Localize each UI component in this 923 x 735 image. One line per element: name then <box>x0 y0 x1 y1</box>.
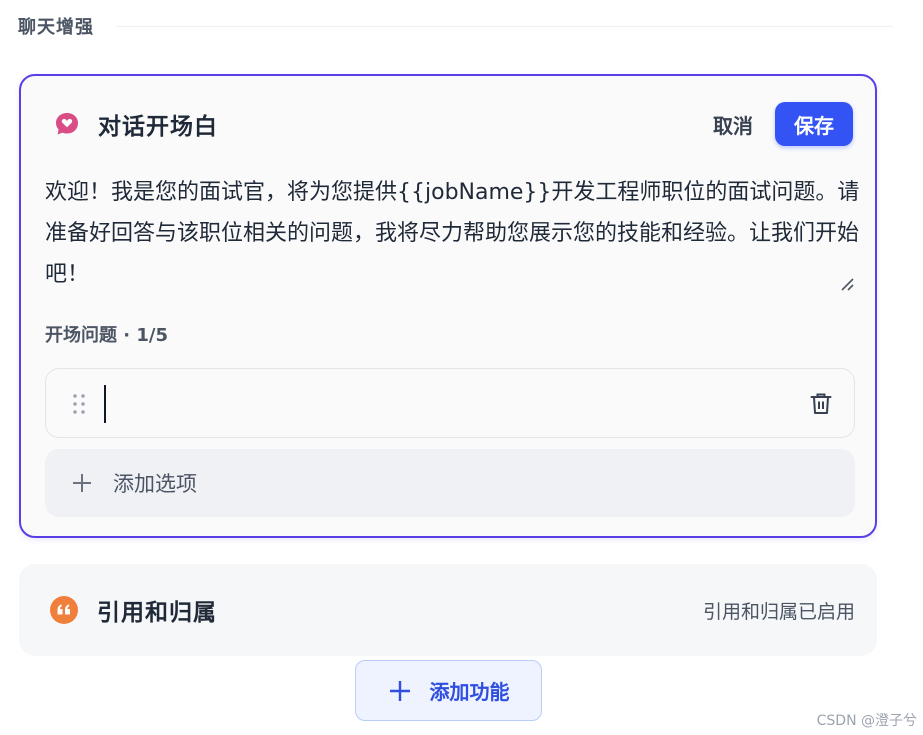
plus-icon <box>71 472 93 494</box>
delete-question-button[interactable] <box>808 391 834 417</box>
section-divider <box>116 25 893 27</box>
section-header: 聊天增强 <box>18 12 923 40</box>
opening-title: 对话开场白 <box>98 114 218 140</box>
citation-title: 引用和归属 <box>97 600 217 626</box>
opening-questions-label: 开场问题 · 1/5 <box>45 325 168 346</box>
drag-handle-icon[interactable] <box>72 393 86 415</box>
plus-icon <box>388 679 412 703</box>
opening-question-input[interactable] <box>104 385 792 423</box>
save-button[interactable]: 保存 <box>775 102 853 146</box>
citation-status: 引用和归属已启用 <box>702 600 855 623</box>
add-feature-button[interactable]: 添加功能 <box>355 660 542 721</box>
opening-message-textarea[interactable]: 欢迎！我是您的面试官，将为您提供{{jobName}}开发工程师职位的面试问题。… <box>45 172 861 295</box>
trash-icon <box>808 393 834 420</box>
quote-icon <box>49 595 79 625</box>
add-option-label: 添加选项 <box>113 472 197 496</box>
citation-card[interactable]: 引用和归属 引用和归属已启用 <box>19 564 877 656</box>
section-title: 聊天增强 <box>18 17 94 38</box>
add-option-button[interactable]: 添加选项 <box>45 449 855 517</box>
opening-question-row <box>45 368 855 438</box>
opening-statement-card: 对话开场白 取消 保存 欢迎！我是您的面试官，将为您提供{{jobName}}开… <box>19 74 877 538</box>
resize-handle-icon[interactable] <box>839 276 855 292</box>
chat-heart-icon <box>53 110 81 138</box>
watermark: CSDN @澄子兮 <box>816 713 917 729</box>
add-feature-label: 添加功能 <box>429 680 510 704</box>
opening-card-header: 对话开场白 取消 保存 <box>53 102 853 146</box>
cancel-button[interactable]: 取消 <box>703 110 763 139</box>
